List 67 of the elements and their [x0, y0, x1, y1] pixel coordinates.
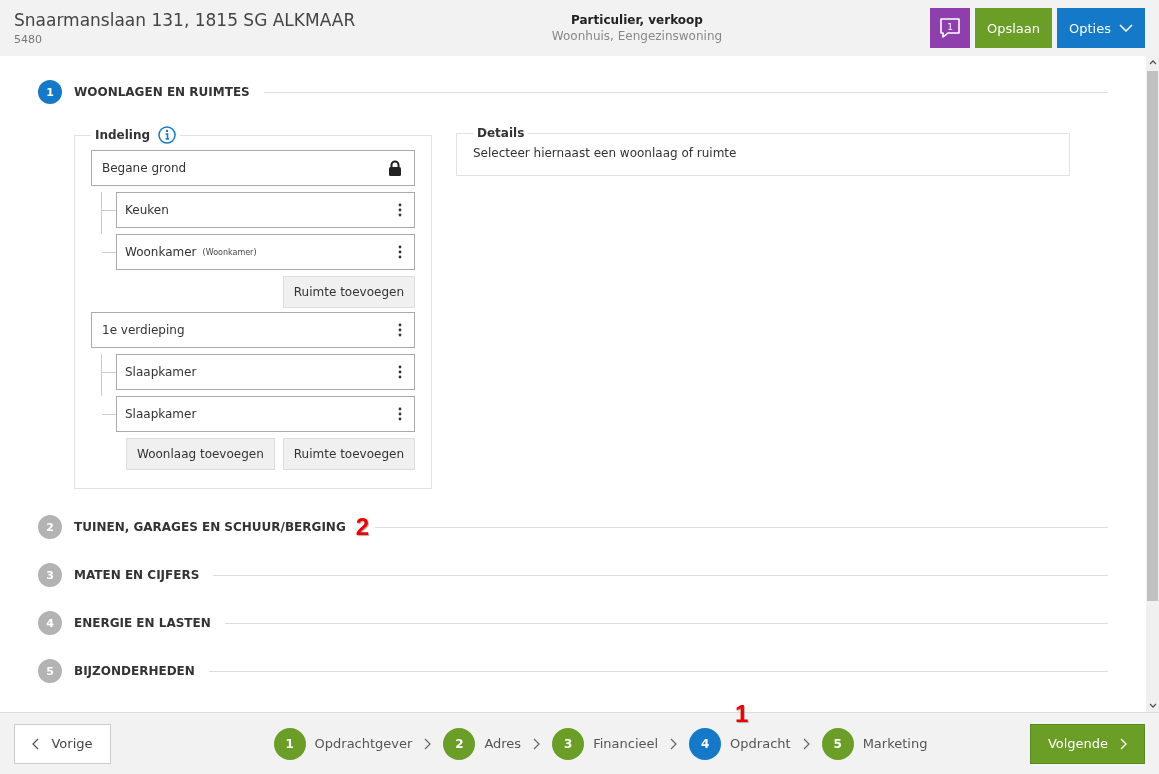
room-name: Slaapkamer [125, 365, 197, 379]
section-number: 2 [38, 515, 62, 539]
chevron-right-icon [533, 737, 541, 750]
step-label[interactable]: Opdrachtgever [314, 736, 413, 751]
more-icon[interactable] [398, 407, 402, 421]
step-number: 2 [443, 727, 476, 760]
room-type: (Woonkamer) [202, 247, 257, 257]
room-item[interactable]: Woonkamer (Woonkamer) [116, 234, 415, 270]
floor-item[interactable]: Begane grond [91, 150, 415, 186]
room-name: Keuken [125, 203, 169, 217]
speech-bubble-icon: 1 [938, 16, 962, 40]
callout-number: 1 [735, 699, 749, 728]
section-title[interactable]: WOONLAGEN EN RUIMTES [74, 85, 250, 99]
add-button[interactable]: Ruimte toevoegen [282, 438, 415, 470]
floor-name: 1e verdieping [102, 323, 185, 337]
info-icon[interactable] [158, 126, 177, 144]
step-label[interactable]: Adres [484, 736, 522, 751]
scroll-down-icon[interactable] [1148, 703, 1157, 708]
room-item[interactable]: Keuken [116, 192, 415, 228]
room-name: Slaapkamer [125, 407, 197, 421]
back-button[interactable]: Vorige [14, 723, 111, 764]
section-number: 5 [38, 659, 62, 683]
property-type: Woonhuis, Eengezinswoning [551, 29, 723, 43]
details-title: Details [477, 126, 525, 140]
more-icon[interactable] [398, 323, 402, 337]
more-icon[interactable] [398, 245, 402, 259]
floor-item[interactable]: 1e verdieping [91, 312, 415, 348]
options-button[interactable]: Opties [1057, 8, 1145, 48]
property-id: 5480 [14, 33, 43, 46]
step-number: 5 [821, 727, 854, 760]
chevron-right-icon [1120, 737, 1128, 750]
room-name: Woonkamer [125, 245, 197, 259]
step-number: 1 [273, 727, 306, 760]
scroll-thumb[interactable] [1147, 71, 1158, 601]
section-title[interactable]: MATEN EN CIJFERS [74, 568, 200, 582]
room-item[interactable]: Slaapkamer [116, 354, 415, 390]
step-label[interactable]: Marketing [862, 736, 928, 751]
room-item[interactable]: Slaapkamer [116, 396, 415, 432]
messages-button[interactable]: 1 [930, 8, 970, 48]
scroll-up-icon[interactable] [1148, 60, 1157, 65]
chevron-right-icon [670, 737, 678, 750]
callout-number: 2 [355, 513, 370, 541]
details-text: Selecteer hiernaast een woonlaag of ruimte [473, 146, 737, 160]
step-label[interactable]: Financieel [593, 736, 659, 751]
chevron-left-icon [32, 737, 40, 750]
section-title[interactable]: BIJZONDERHEDEN [74, 664, 195, 678]
more-icon[interactable] [398, 365, 402, 379]
layout-title: Indeling [95, 128, 151, 142]
step-number: 4 [689, 727, 722, 760]
more-icon[interactable] [398, 203, 402, 217]
step-label[interactable]: Opdracht [730, 736, 791, 751]
add-button[interactable]: Woonlaag toevoegen [126, 438, 275, 470]
section-title[interactable]: TUINEN, GARAGES EN SCHUUR/BERGING [74, 520, 346, 534]
step-number: 3 [552, 727, 585, 760]
lock-icon [388, 160, 402, 176]
floor-name: Begane grond [102, 161, 187, 175]
chevron-right-icon [424, 737, 432, 750]
property-address: Snaarmanslaan 131, 1815 SG ALKMAAR [14, 10, 357, 30]
chevron-down-icon [1119, 24, 1133, 32]
add-button[interactable]: Ruimte toevoegen [282, 276, 415, 308]
section-number: 3 [38, 563, 62, 587]
section-title[interactable]: ENERGIE EN LASTEN [74, 616, 211, 630]
scrollbar[interactable] [1146, 56, 1159, 712]
section-number: 4 [38, 611, 62, 635]
section-number: 1 [38, 80, 62, 104]
listing-type: Particulier, verkoop [571, 13, 703, 27]
chevron-right-icon [802, 737, 810, 750]
